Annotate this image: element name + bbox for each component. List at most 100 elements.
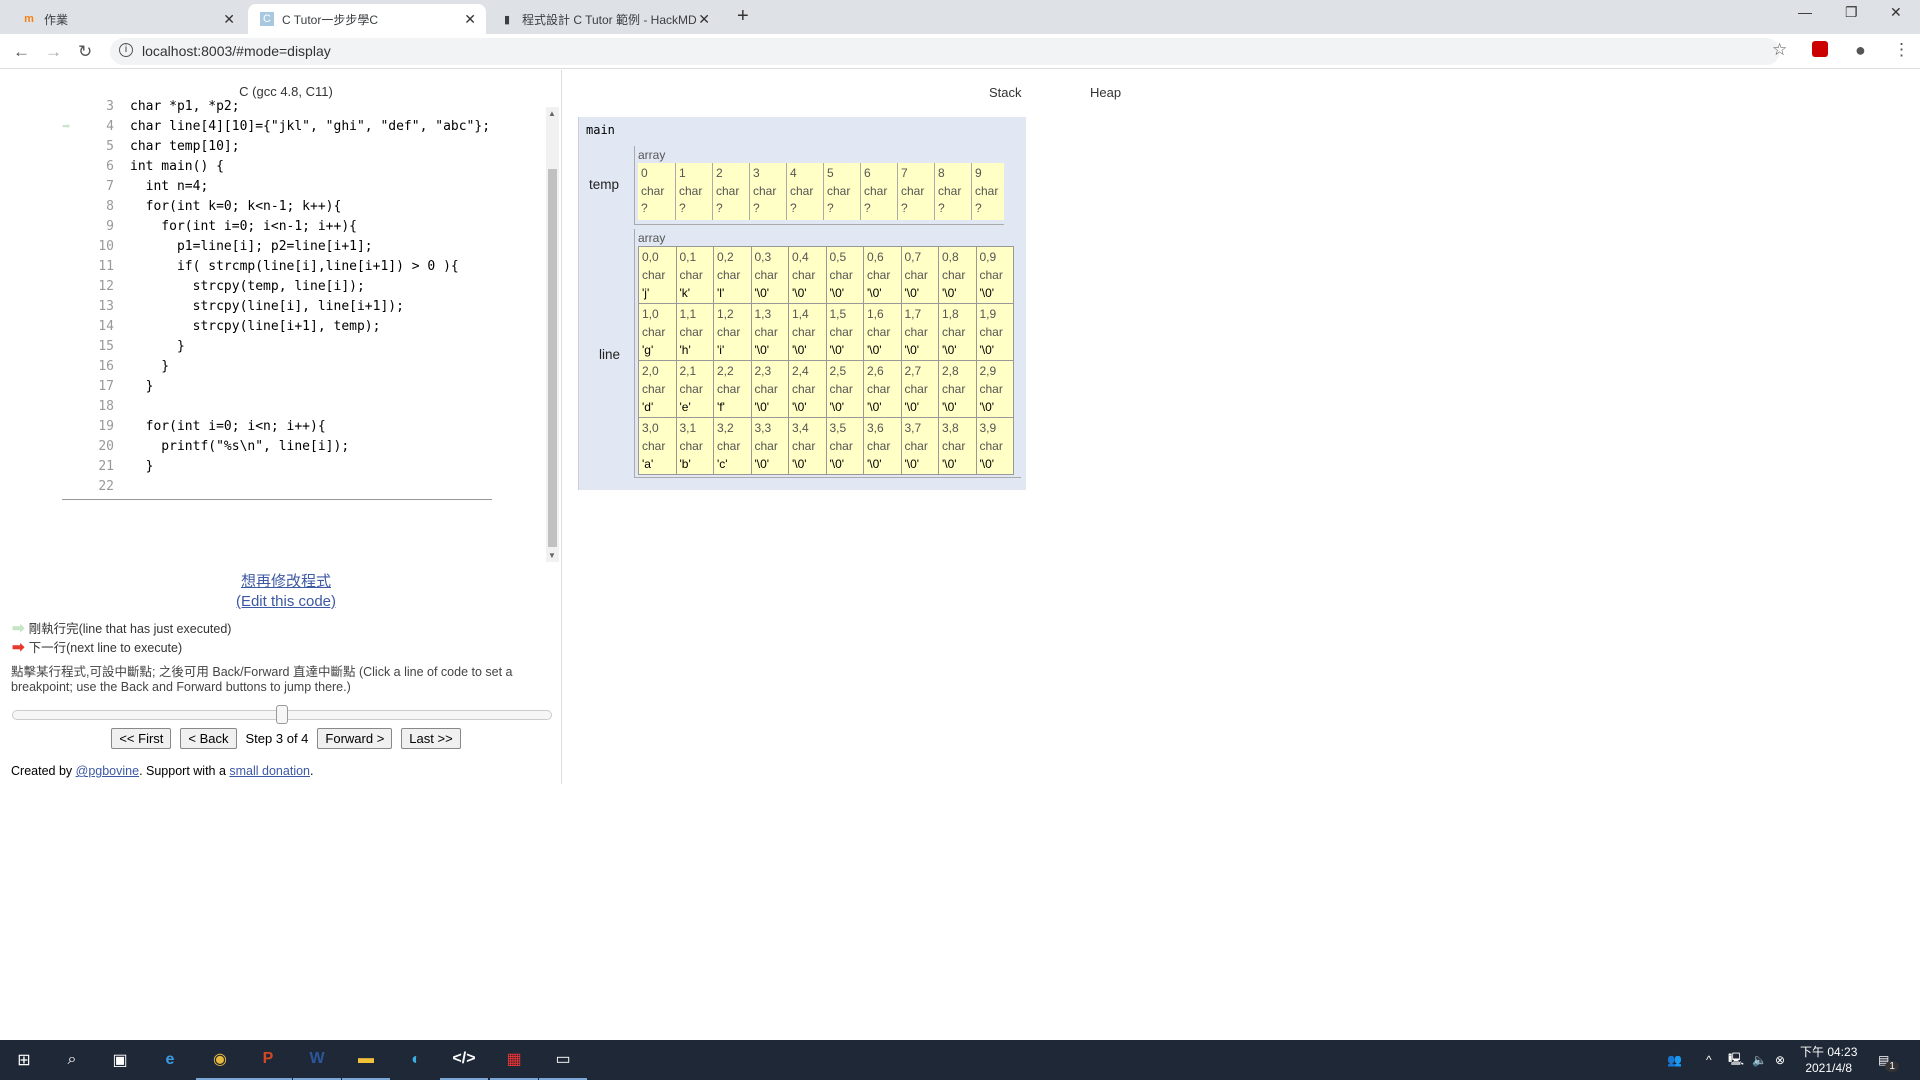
code-line[interactable]: ➡ 4 char line[4][10]={"jkl", "ghi", "def",… [62, 117, 490, 137]
tab-homework[interactable]: m 作業 ✕ [10, 4, 245, 34]
status-x-icon[interactable]: ⊗ [1775, 1040, 1785, 1080]
restore-button[interactable]: ❐ [1845, 4, 1858, 21]
line-number: 14 [98, 319, 114, 334]
code-line[interactable]: 19 for(int i=0; i<n; i++){ [62, 417, 325, 437]
slider-handle[interactable] [276, 705, 288, 724]
code-line[interactable]: 14 strcpy(line[i+1], temp); [62, 317, 380, 337]
cell-index: 3,3 [754, 421, 772, 435]
gutter [62, 217, 86, 237]
chrome-icon[interactable]: ◉ [196, 1040, 244, 1080]
code-editor-icon[interactable]: </> [440, 1040, 488, 1080]
line-cell: 2,3 char '\0' [750, 360, 789, 418]
line-number: 15 [98, 339, 114, 354]
line-row: 2,0 char 'd' 2,1 char 'e' 2,2 char 'f' 2,3 char '\0… [638, 360, 1014, 418]
code-line[interactable]: 5 char temp[10]; [62, 137, 239, 157]
cell-index: 2,0 [642, 364, 659, 378]
close-tab-icon[interactable]: ✕ [223, 11, 235, 28]
back-icon[interactable]: ← [13, 42, 30, 62]
url-input[interactable]: i localhost:8003/#mode=display [110, 38, 1780, 65]
code-line[interactable]: 7 int n=4; [62, 177, 208, 197]
notification-icon[interactable]: ▤ 1 [1878, 1040, 1899, 1080]
forward-button[interactable]: Forward > [317, 728, 393, 749]
tab-ctutor[interactable]: C C Tutor一步步學C ✕ [248, 4, 486, 34]
app-icon[interactable]: ▦ [490, 1040, 538, 1080]
tab-hackmd[interactable]: ▮ 程式設計 C Tutor 範例 - HackMD ✕ [488, 4, 720, 34]
edge-icon[interactable]: ◐ [392, 1040, 440, 1080]
code-line[interactable]: 8 for(int k=0; k<n-1; k++){ [62, 197, 341, 217]
ie-icon[interactable]: e [146, 1040, 194, 1080]
clock-time: 下午 04:23 [1800, 1045, 1858, 1059]
step-slider[interactable] [12, 705, 552, 724]
code-line[interactable]: 20 printf("%s\n", line[i]); [62, 437, 349, 457]
edit-code-link-zh[interactable]: 想再修改程式 [241, 573, 331, 590]
clock[interactable]: 下午 04:23 2021/4/8 [1800, 1040, 1857, 1080]
code-line[interactable]: 12 strcpy(temp, line[i]); [62, 277, 364, 297]
close-tab-icon[interactable]: ✕ [464, 11, 476, 28]
code-line[interactable]: 3 char *p1, *p2; [62, 100, 239, 117]
forward-icon[interactable]: → [45, 42, 62, 62]
cell-type: char [679, 183, 703, 198]
code-line[interactable]: 16 } [62, 357, 169, 377]
scroll-down-icon[interactable]: ▼ [548, 551, 556, 560]
code-line[interactable]: 10 p1=line[i]; p2=line[i+1]; [62, 237, 372, 257]
minimize-button[interactable]: — [1798, 4, 1812, 20]
code-line[interactable]: 17 } [62, 377, 153, 397]
donation-link[interactable]: small donation [229, 764, 310, 778]
line-cell: 1,3 char '\0' [750, 303, 789, 361]
line-number: 7 [106, 179, 114, 194]
bookmark-star-icon[interactable]: ☆ [1772, 40, 1787, 60]
edit-code-link[interactable]: (Edit this code) [236, 593, 336, 610]
scroll-thumb[interactable] [548, 169, 557, 547]
cell-value: '\0' [792, 457, 807, 471]
word-icon[interactable]: W [293, 1040, 341, 1080]
first-button[interactable]: << First [111, 728, 172, 749]
info-icon[interactable]: i [119, 43, 133, 57]
credit-text: Created by [11, 764, 76, 778]
cell-index: 0,1 [679, 250, 697, 264]
cell-type: char [979, 268, 1003, 282]
profile-icon[interactable]: ● [1855, 40, 1866, 61]
code-line[interactable]: 13 strcpy(line[i], line[i+1]); [62, 297, 404, 317]
new-tab-button[interactable]: + [737, 5, 749, 28]
cell-value: '\0' [979, 400, 995, 414]
tray-chevron-icon[interactable]: ^ [1706, 1040, 1712, 1080]
code-line[interactable]: 9 for(int i=0; i<n-1; i++){ [62, 217, 357, 237]
code-line[interactable]: 11 if( strcmp(line[i],line[i+1]) > 0 ){ [62, 257, 458, 277]
volume-icon[interactable]: 🔈 [1752, 1040, 1767, 1080]
menu-icon[interactable]: ⋮ [1893, 40, 1910, 60]
line-number: 11 [98, 259, 114, 274]
powerpoint-icon[interactable]: P [244, 1040, 292, 1080]
close-window-button[interactable]: ✕ [1890, 4, 1902, 21]
cell-type: char [904, 268, 928, 282]
cell-value: '\0' [754, 286, 770, 300]
cell-index: 9 [975, 166, 982, 180]
cell-type: char [867, 325, 891, 339]
terminal-icon[interactable]: ▭ [539, 1040, 587, 1080]
code-line[interactable]: 15 } [62, 337, 184, 357]
network-icon[interactable]: 🖳 [1728, 1040, 1744, 1080]
last-button[interactable]: Last >> [401, 728, 461, 749]
task-view-icon[interactable]: ▣ [96, 1040, 144, 1080]
reload-icon[interactable]: ↻ [78, 42, 92, 62]
file-explorer-icon[interactable]: ▬ [342, 1040, 390, 1080]
code-line[interactable]: 23} [62, 497, 138, 499]
code-line[interactable]: 18 [62, 397, 130, 417]
pdf-extension-icon[interactable] [1812, 41, 1828, 57]
code-line[interactable]: 22 [62, 477, 130, 497]
code-line[interactable]: 6 int main() { [62, 157, 224, 177]
people-icon[interactable]: 👥 [1667, 1040, 1682, 1080]
cell-value: 'l' [717, 286, 725, 300]
cell-type: char [792, 268, 816, 282]
search-icon[interactable]: ⌕ [48, 1040, 96, 1080]
start-icon[interactable]: ⊞ [0, 1040, 48, 1080]
author-link[interactable]: @pgbovine [76, 764, 139, 778]
code-panel: C (gcc 4.8, C11) 3 char *p1, *p2; ➡ 4 char l… [0, 70, 562, 784]
code-line[interactable]: 21 } [62, 457, 153, 477]
cell-type: char [679, 325, 703, 339]
close-tab-icon[interactable]: ✕ [698, 11, 710, 28]
scroll-up-icon[interactable]: ▲ [548, 109, 556, 118]
code-display[interactable]: 3 char *p1, *p2; ➡ 4 char line[4][10]={"jkl"… [62, 100, 492, 500]
code-scrollbar[interactable]: ▲ ▼ [546, 107, 559, 562]
back-button[interactable]: < Back [180, 728, 237, 749]
